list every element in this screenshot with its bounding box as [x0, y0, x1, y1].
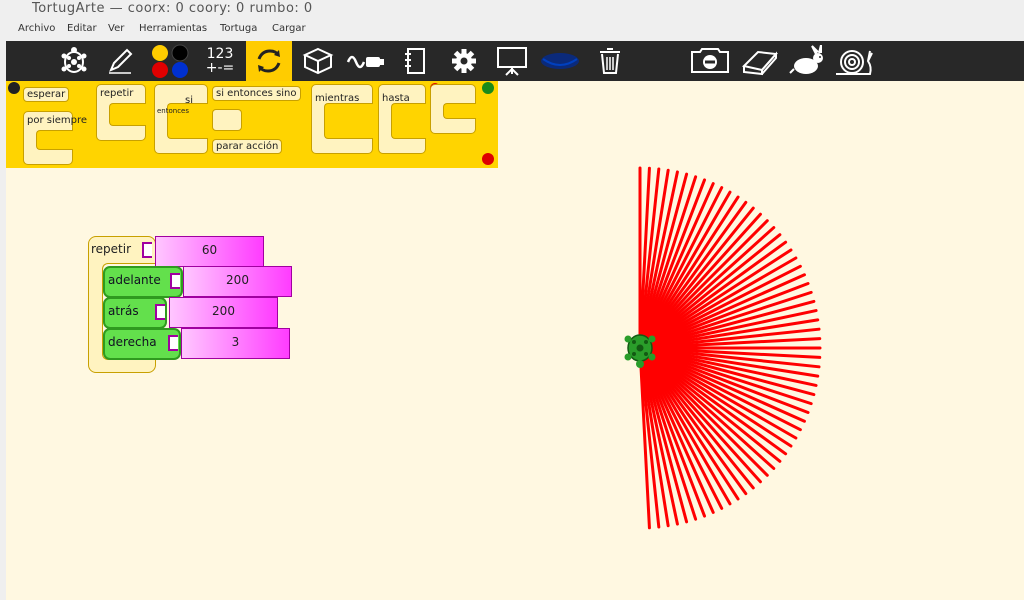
block-hasta-label: hasta [382, 93, 410, 104]
back-label: atrás [108, 304, 139, 318]
repeat-connector [142, 242, 152, 258]
back-connector [155, 304, 165, 320]
forward-distance-field[interactable]: 200 [183, 266, 292, 297]
forward-label: adelante [108, 273, 161, 287]
block-repetir-label: repetir [100, 88, 134, 99]
right-label: derecha [108, 335, 157, 349]
block-entonces-label: entonces [157, 107, 190, 115]
block-por-siempre-label: por siempre [27, 115, 88, 126]
right-angle-field[interactable]: 3 [181, 328, 290, 359]
block-mientras-label: mientras [315, 93, 360, 104]
back-distance-field[interactable]: 200 [169, 297, 278, 328]
repeat-label: repetir [91, 242, 132, 256]
block-si-label: si [185, 95, 193, 106]
right-connector [168, 335, 178, 351]
forward-connector [170, 273, 180, 289]
repeat-count-field[interactable]: 60 [155, 236, 264, 267]
